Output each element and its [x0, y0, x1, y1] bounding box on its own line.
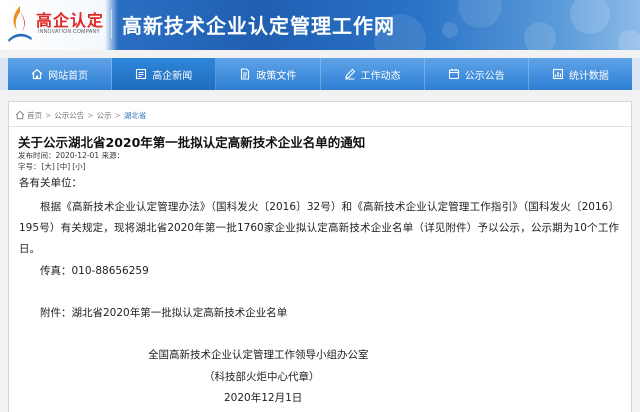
article-attachment[interactable]: 附件：湖北省2020年第一批拟认定高新技术企业名单	[40, 305, 287, 320]
news-icon	[135, 68, 147, 80]
signature-organization: 全国高新技术企业认定管理工作领导小组办公室	[148, 349, 369, 361]
font-size-medium-link[interactable]: [中]	[57, 162, 70, 171]
breadcrumb-separator: >	[87, 110, 94, 120]
nav-item-work-updates[interactable]: 工作动态	[321, 58, 425, 90]
font-size-large-link[interactable]: [大]	[42, 162, 55, 171]
font-size-small-link[interactable]: [小]	[72, 162, 85, 171]
nav-item-policy[interactable]: 政策文件	[216, 58, 321, 90]
nav-item-home[interactable]: 网站首页	[8, 58, 113, 90]
nav-item-label: 统计数据	[568, 70, 609, 82]
nav-item-label: 网站首页	[48, 70, 89, 82]
article-fax: 传真：010-88656259	[40, 265, 149, 277]
breadcrumb-item-home[interactable]: 首页	[27, 110, 42, 121]
font-size-selector: 字号：[大] [中] [小]	[18, 161, 87, 172]
home-icon	[31, 68, 43, 80]
breadcrumb-home-icon	[15, 110, 25, 120]
signature-note: （科技部火炬中心代章）	[204, 371, 320, 383]
article-title: 关于公示湖北省2020年第一批拟认定高新技术企业名单的通知	[18, 135, 366, 150]
nav-bar: 网站首页 高企新闻 政策文件 工作动态 公示公告 统计数据	[8, 58, 632, 90]
nav-item-news[interactable]: 高企新闻	[112, 58, 217, 90]
site-header: 高企认定 INNOVATION COMPANY 高新技术企业认定管理工作网	[0, 0, 640, 50]
breadcrumb-separator: >	[45, 110, 52, 120]
nav-item-label: 工作动态	[360, 70, 401, 82]
document-icon	[239, 68, 251, 80]
breadcrumb-item-announcements[interactable]: 公示公告	[54, 110, 84, 121]
signature-date: 2020年12月1日	[224, 392, 303, 404]
logo-text: 高企认定	[36, 11, 105, 30]
font-size-label: 字号：	[18, 162, 41, 171]
announcement-icon	[448, 68, 460, 80]
nav-item-statistics[interactable]: 统计数据	[529, 58, 632, 90]
logo-divider	[111, 9, 112, 39]
site-title: 高新技术企业认定管理工作网	[122, 14, 395, 38]
breadcrumb: 首页 > 公示公告 > 公示 > 湖北省	[15, 108, 146, 122]
nav-item-announcements[interactable]: 公示公告	[425, 58, 529, 90]
breadcrumb-separator: >	[114, 110, 121, 120]
logo-subtext: INNOVATION COMPANY	[38, 29, 101, 35]
breadcrumb-divider	[9, 126, 631, 127]
breadcrumb-current[interactable]: 湖北省	[124, 110, 147, 121]
nav-item-label: 公示公告	[464, 70, 505, 82]
breadcrumb-item-notice[interactable]: 公示	[97, 110, 112, 121]
logo-mark-icon	[8, 6, 32, 42]
content-panel: 首页 > 公示公告 > 公示 > 湖北省 关于公示湖北省2020年第一批拟认定高…	[8, 101, 632, 412]
nav-item-label: 政策文件	[256, 70, 297, 82]
main-nav: 网站首页 高企新闻 政策文件 工作动态 公示公告 统计数据	[0, 58, 640, 90]
stats-icon	[552, 68, 564, 80]
article-salutation: 各有关单位：	[19, 177, 82, 189]
article-meta: 发布时间：2020-12-01 来源：	[18, 151, 124, 160]
nav-item-label: 高企新闻	[152, 70, 193, 82]
article-paragraph: 根据《高新技术企业认定管理办法》（国科发火〔2016〕32号）和《高新技术企业认…	[19, 201, 619, 255]
pencil-icon	[344, 68, 356, 80]
